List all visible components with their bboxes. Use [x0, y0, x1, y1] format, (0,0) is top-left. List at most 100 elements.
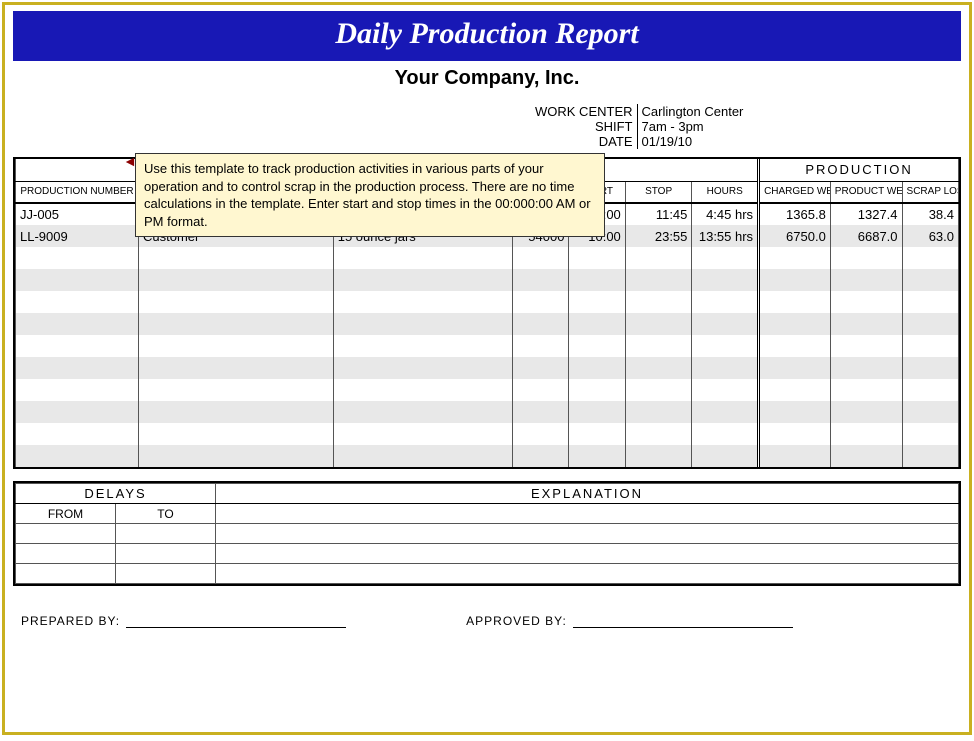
delay-row[interactable] — [16, 524, 959, 544]
delay-exp[interactable] — [216, 524, 959, 544]
delay-from[interactable] — [16, 564, 116, 584]
cell-size[interactable] — [333, 247, 512, 269]
cell-stop[interactable] — [625, 313, 692, 335]
cell-qty[interactable] — [513, 291, 569, 313]
cell-size[interactable] — [333, 269, 512, 291]
cell-start[interactable] — [569, 445, 625, 467]
delay-to[interactable] — [116, 564, 216, 584]
cell-scrap[interactable] — [902, 291, 958, 313]
cell-size[interactable] — [333, 357, 512, 379]
cell-cweight[interactable] — [759, 247, 831, 269]
cell-start[interactable] — [569, 379, 625, 401]
cell-pweight[interactable] — [830, 379, 902, 401]
cell-pweight[interactable]: 6687.0 — [830, 225, 902, 247]
cell-cweight[interactable]: 6750.0 — [759, 225, 831, 247]
cell-pweight[interactable] — [830, 335, 902, 357]
cell-start[interactable] — [569, 401, 625, 423]
table-row[interactable] — [16, 247, 959, 269]
cell-scrap[interactable] — [902, 247, 958, 269]
cell-size[interactable] — [333, 379, 512, 401]
cell-hours[interactable] — [692, 269, 759, 291]
cell-qty[interactable] — [513, 445, 569, 467]
cell-stop[interactable] — [625, 269, 692, 291]
cell-start[interactable] — [569, 269, 625, 291]
cell-cweight[interactable] — [759, 291, 831, 313]
date-value[interactable]: 01/19/10 — [637, 134, 957, 149]
cell-qty[interactable] — [513, 247, 569, 269]
cell-cweight[interactable] — [759, 357, 831, 379]
cell-start[interactable] — [569, 247, 625, 269]
delay-from[interactable] — [16, 524, 116, 544]
cell-prod[interactable] — [16, 445, 139, 467]
cell-size[interactable] — [333, 313, 512, 335]
cell-pweight[interactable] — [830, 357, 902, 379]
delay-exp[interactable] — [216, 544, 959, 564]
cell-hours[interactable] — [692, 247, 759, 269]
cell-scrap[interactable]: 63.0 — [902, 225, 958, 247]
cell-prod[interactable] — [16, 423, 139, 445]
cell-pweight[interactable] — [830, 313, 902, 335]
delay-to[interactable] — [116, 524, 216, 544]
table-row[interactable] — [16, 291, 959, 313]
delay-from[interactable] — [16, 544, 116, 564]
cell-prod[interactable] — [16, 401, 139, 423]
cell-hours[interactable] — [692, 423, 759, 445]
cell-hours[interactable]: 13:55 hrs — [692, 225, 759, 247]
cell-hours[interactable] — [692, 379, 759, 401]
cell-qty[interactable] — [513, 313, 569, 335]
cell-cweight[interactable] — [759, 401, 831, 423]
cell-pweight[interactable] — [830, 269, 902, 291]
cell-scrap[interactable] — [902, 357, 958, 379]
cell-stop[interactable]: 11:45 — [625, 203, 692, 225]
cell-size[interactable] — [333, 423, 512, 445]
delay-row[interactable] — [16, 564, 959, 584]
cell-customer[interactable] — [138, 335, 333, 357]
cell-pweight[interactable] — [830, 291, 902, 313]
cell-stop[interactable]: 23:55 — [625, 225, 692, 247]
cell-qty[interactable] — [513, 401, 569, 423]
cell-hours[interactable] — [692, 401, 759, 423]
cell-start[interactable] — [569, 291, 625, 313]
cell-customer[interactable] — [138, 357, 333, 379]
table-row[interactable] — [16, 423, 959, 445]
cell-stop[interactable] — [625, 247, 692, 269]
cell-customer[interactable] — [138, 313, 333, 335]
cell-cweight[interactable] — [759, 269, 831, 291]
work-center-value[interactable]: Carlington Center — [637, 104, 957, 119]
cell-pweight[interactable] — [830, 423, 902, 445]
cell-stop[interactable] — [625, 335, 692, 357]
table-row[interactable] — [16, 445, 959, 467]
cell-pweight[interactable] — [830, 401, 902, 423]
cell-prod[interactable] — [16, 313, 139, 335]
cell-qty[interactable] — [513, 423, 569, 445]
table-row[interactable] — [16, 379, 959, 401]
cell-qty[interactable] — [513, 335, 569, 357]
cell-prod[interactable] — [16, 379, 139, 401]
cell-size[interactable] — [333, 335, 512, 357]
cell-scrap[interactable] — [902, 313, 958, 335]
cell-prod[interactable] — [16, 247, 139, 269]
cell-customer[interactable] — [138, 247, 333, 269]
cell-cweight[interactable] — [759, 445, 831, 467]
cell-hours[interactable] — [692, 445, 759, 467]
cell-stop[interactable] — [625, 379, 692, 401]
cell-pweight[interactable] — [830, 445, 902, 467]
cell-hours[interactable] — [692, 291, 759, 313]
cell-customer[interactable] — [138, 269, 333, 291]
cell-pweight[interactable]: 1327.4 — [830, 203, 902, 225]
cell-scrap[interactable] — [902, 401, 958, 423]
cell-stop[interactable] — [625, 401, 692, 423]
table-row[interactable] — [16, 357, 959, 379]
cell-start[interactable] — [569, 423, 625, 445]
prepared-by-line[interactable] — [126, 614, 346, 628]
cell-customer[interactable] — [138, 379, 333, 401]
cell-hours[interactable] — [692, 335, 759, 357]
delay-to[interactable] — [116, 544, 216, 564]
cell-stop[interactable] — [625, 291, 692, 313]
cell-start[interactable] — [569, 335, 625, 357]
table-row[interactable] — [16, 269, 959, 291]
cell-customer[interactable] — [138, 445, 333, 467]
cell-qty[interactable] — [513, 379, 569, 401]
cell-scrap[interactable] — [902, 335, 958, 357]
cell-cweight[interactable] — [759, 423, 831, 445]
